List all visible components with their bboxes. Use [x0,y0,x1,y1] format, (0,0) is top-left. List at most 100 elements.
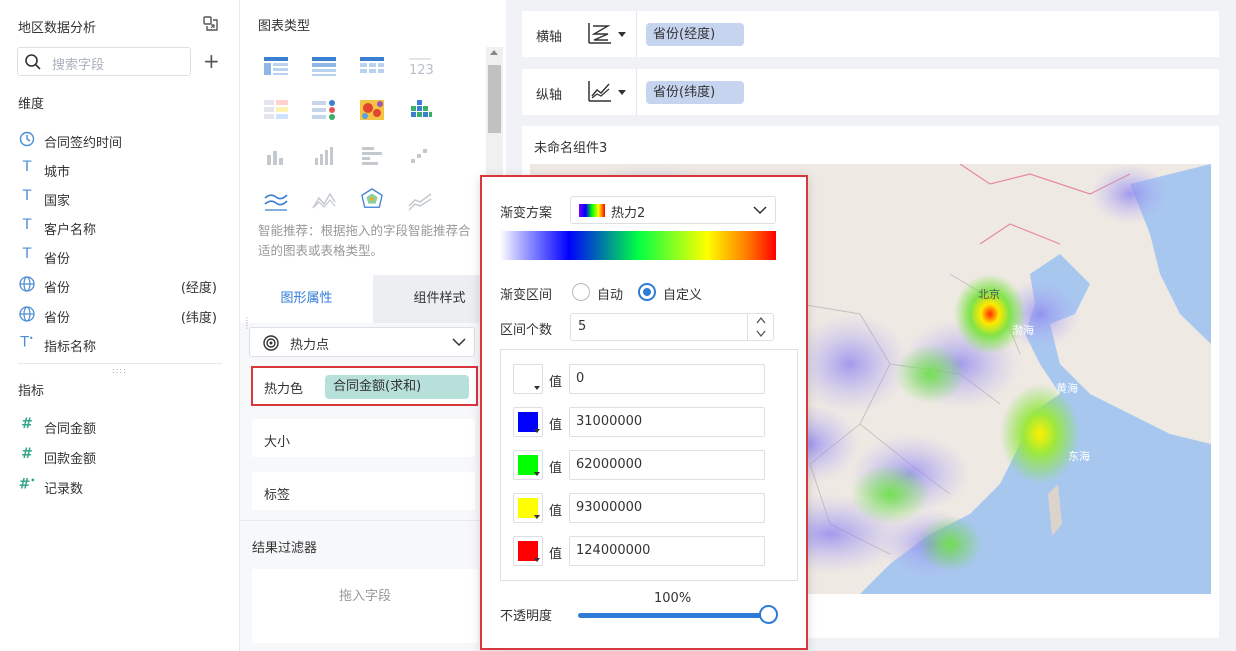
chart-type-section: 图表类型 123 智能推荐：根据拖入的字段智能推荐合适的图表或表格类型。 [240,0,506,275]
opacity-slider-handle[interactable] [759,605,778,624]
y-axis-label: 纵轴 [536,88,563,103]
color-picker[interactable] [513,493,543,523]
chart-type-title: 图表类型 [258,19,311,34]
interval-count-label: 区间个数 [500,323,553,338]
heat-color-field-chip[interactable]: 合同金额(求和) [325,375,469,399]
kpi-number-icon[interactable]: 123 [407,55,433,77]
x-axis-label: 横轴 [536,30,563,45]
detail-table-icon[interactable] [359,55,385,77]
measure-item-payment-amount[interactable]: # 回款金额 [18,445,223,467]
result-filter-section: 结果过滤器 拖入字段 [240,520,506,651]
caret-down-icon [534,558,540,562]
caret-down-icon [534,515,540,519]
axis-line-chart-icon[interactable] [586,78,614,104]
dimension-item-city[interactable]: T 城市 [18,158,223,180]
gradient-preview-bar [500,231,776,260]
measure-item-record-count[interactable]: #• 记录数 [18,475,223,497]
gradient-scheme-value: 热力2 [611,206,646,221]
table-chart-icon[interactable] [263,55,289,77]
dimension-section-label: 维度 [18,97,45,112]
range-area-icon[interactable] [407,190,433,212]
dimension-item-country[interactable]: T 国家 [18,187,223,209]
scroll-thumb[interactable] [488,65,501,133]
color-stop-row: 值 93000000 [513,493,769,525]
field-name: 指标名称 [44,340,97,355]
caret-down-icon [534,472,540,476]
waterfall-chart-icon[interactable] [407,145,433,167]
value-label: 值 [549,418,563,433]
gradient-swatch [579,204,605,217]
color-picker[interactable] [513,407,543,437]
stop-value-input[interactable]: 124000000 [569,536,765,566]
cross-table-icon[interactable] [311,55,337,77]
x-axis-field-chip[interactable]: 省份(经度) [646,23,744,46]
divider [636,11,637,57]
horizontal-bar-icon[interactable] [359,145,385,167]
add-field-button[interactable]: + [203,51,220,71]
number-spinner[interactable] [747,314,773,340]
dimension-item-metric-name[interactable]: T• 指标名称 [18,333,223,355]
text-calc-icon: T• [20,334,34,351]
measure-item-contract-amount[interactable]: # 合同金额 [18,415,223,437]
range-custom-radio[interactable] [638,283,656,301]
bar-chart-icon[interactable] [263,145,289,167]
dimension-item-customer[interactable]: T 客户名称 [18,216,223,238]
stop-value-input[interactable]: 93000000 [569,493,765,523]
scroll-up-arrow-icon[interactable] [490,50,498,55]
heat-color-property[interactable]: 热力色 合同金额(求和) [251,366,478,406]
color-picker[interactable] [513,536,543,566]
filter-drop-zone[interactable]: 拖入字段 [252,569,478,643]
field-name: 省份 [44,311,71,326]
panel-drag-handle[interactable]: ⋮ ⋮ [243,317,251,330]
stop-value-input[interactable]: 31000000 [569,407,765,437]
area-chart-icon[interactable] [311,190,337,212]
field-name: 合同金额 [44,422,97,437]
y-axis-row: 纵轴 省份(纬度) [522,69,1219,115]
text-type-icon: T [22,159,32,175]
gradient-scheme-select[interactable]: 热力2 [570,196,776,224]
color-stop-row: 值 124000000 [513,536,769,568]
value-label: 值 [549,375,563,390]
matrix-chart-icon[interactable] [407,99,433,121]
axis-dropdown-caret-icon[interactable] [618,90,626,95]
dimension-item-contract-date[interactable]: 合同签约时间 [18,129,223,151]
field-name: 回款金额 [44,452,97,467]
resize-handle[interactable]: :::: [112,366,127,375]
x-axis-row: 横轴 省份(经度) [522,11,1219,57]
dimension-item-province-longitude[interactable]: 省份 (经度) [18,274,223,296]
divider [636,69,637,115]
dimension-item-province[interactable]: T 省份 [18,245,223,267]
column-chart-icon[interactable] [311,145,337,167]
search-field-input[interactable]: 搜索字段 [17,47,191,76]
stop-value-input[interactable]: 62000000 [569,450,765,480]
interval-count-input[interactable]: 5 [570,313,774,341]
tab-graphic-properties[interactable]: 图形属性 [240,275,373,323]
label-property[interactable]: 标签 [252,472,475,510]
line-chart-icon[interactable] [263,190,289,212]
opacity-label: 不透明度 [500,609,553,624]
map-label-bohai: 渤海 [1012,323,1034,337]
opacity-slider-track[interactable] [578,613,768,618]
color-picker[interactable] [513,364,543,394]
size-property[interactable]: 大小 [252,419,475,457]
field-name: 客户名称 [44,223,97,238]
heatmap-icon[interactable] [359,99,385,121]
color-picker[interactable] [513,450,543,480]
dimension-item-province-latitude[interactable]: 省份 (纬度) [18,304,223,326]
color-stop-row: 值 0 [513,364,769,396]
axis-sort-icon[interactable] [586,20,614,46]
dot-table-icon[interactable] [311,99,337,121]
color-table-icon[interactable] [263,99,289,121]
range-auto-radio[interactable] [572,283,590,301]
number-calc-icon: #• [18,476,36,493]
color-stop-row: 值 31000000 [513,407,769,439]
chevron-down-icon [452,338,466,347]
spinner-up-icon[interactable] [748,314,774,327]
spinner-down-icon[interactable] [748,327,774,340]
axis-dropdown-caret-icon[interactable] [618,32,626,37]
y-axis-field-chip[interactable]: 省份(纬度) [646,81,744,104]
switch-dataset-icon[interactable] [202,15,220,33]
mark-type-select[interactable]: 热力点 [249,327,475,357]
stop-value-input[interactable]: 0 [569,364,765,394]
radar-chart-icon[interactable] [359,188,385,210]
